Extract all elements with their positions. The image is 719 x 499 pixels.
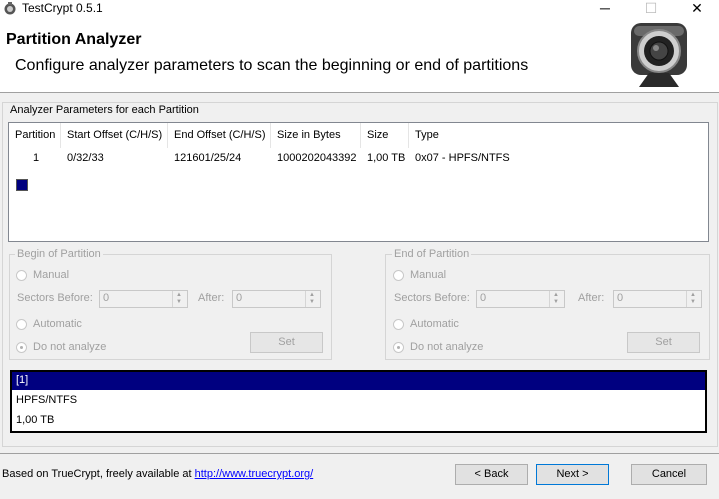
partition-list[interactable]: Partition Start Offset (C/H/S) End Offse… bbox=[8, 122, 709, 242]
end-sectors-before-label: Sectors Before: bbox=[394, 292, 470, 304]
begin-automatic-label: Automatic bbox=[33, 318, 82, 330]
end-manual-radio[interactable] bbox=[393, 270, 404, 281]
analyzer-parameters-label: Analyzer Parameters for each Partition bbox=[8, 104, 201, 116]
end-set-button[interactable]: Set bbox=[627, 332, 700, 353]
end-after-label: After: bbox=[578, 292, 605, 304]
column-header-partition[interactable]: Partition bbox=[9, 123, 61, 148]
table-row[interactable]: 1 0/32/33 121601/25/24 1000202043392 1,0… bbox=[9, 149, 708, 191]
cell-start-offset: 0/32/33 bbox=[67, 152, 104, 164]
minimize-button[interactable]: ─ bbox=[582, 0, 628, 17]
end-automatic-label: Automatic bbox=[410, 318, 459, 330]
truecrypt-link[interactable]: http://www.truecrypt.org/ bbox=[195, 468, 314, 480]
end-after-spinner[interactable]: 0 ▲ ▼ bbox=[613, 290, 702, 308]
end-sectors-before-spinner[interactable]: 0 ▲ ▼ bbox=[476, 290, 565, 308]
begin-after-label: After: bbox=[198, 292, 225, 304]
column-header-type[interactable]: Type bbox=[409, 123, 708, 148]
end-sectors-before-value: 0 bbox=[480, 292, 487, 304]
cell-type: 0x07 - HPFS/NTFS bbox=[415, 152, 510, 164]
begin-after-spinner[interactable]: 0 ▲ ▼ bbox=[232, 290, 321, 308]
begin-after-value: 0 bbox=[236, 292, 243, 304]
begin-of-partition-label: Begin of Partition bbox=[15, 248, 103, 260]
page-subtitle: Configure analyzer parameters to scan th… bbox=[15, 57, 529, 74]
window-title: TestCrypt 0.5.1 bbox=[22, 1, 103, 15]
close-button[interactable]: ✕ bbox=[674, 0, 719, 17]
begin-set-button[interactable]: Set bbox=[250, 332, 323, 353]
end-do-not-analyze-radio[interactable] bbox=[393, 342, 404, 353]
cancel-button[interactable]: Cancel bbox=[631, 464, 707, 485]
column-header-start-offset[interactable]: Start Offset (C/H/S) bbox=[61, 123, 168, 148]
spinner-arrows[interactable]: ▲ ▼ bbox=[172, 291, 187, 307]
maximize-button[interactable]: ☐ bbox=[628, 0, 674, 17]
column-header-size-bytes[interactable]: Size in Bytes bbox=[271, 123, 361, 148]
back-button[interactable]: < Back bbox=[455, 464, 528, 485]
begin-automatic-radio[interactable] bbox=[16, 319, 27, 330]
info-item-filesystem[interactable]: HPFS/NTFS bbox=[16, 394, 77, 406]
cell-end-offset: 121601/25/24 bbox=[174, 152, 242, 164]
title-bar: TestCrypt 0.5.1 ─ ☐ ✕ bbox=[0, 0, 719, 17]
end-do-not-analyze-label: Do not analyze bbox=[410, 341, 484, 353]
begin-sectors-before-spinner[interactable]: 0 ▲ ▼ bbox=[99, 290, 188, 308]
app-icon bbox=[4, 2, 16, 15]
page-title: Partition Analyzer bbox=[6, 31, 142, 48]
webcam-icon bbox=[631, 23, 687, 87]
partition-color-swatch bbox=[16, 179, 28, 191]
end-manual-label: Manual bbox=[410, 269, 447, 281]
cell-size: 1,00 TB bbox=[367, 152, 406, 164]
cell-size-bytes: 1000202043392 bbox=[277, 152, 357, 164]
begin-do-not-analyze-label: Do not analyze bbox=[33, 341, 107, 353]
begin-manual-radio[interactable] bbox=[16, 270, 27, 281]
column-header-size[interactable]: Size bbox=[361, 123, 409, 148]
begin-sectors-before-value: 0 bbox=[103, 292, 110, 304]
footer-credit: Based on TrueCrypt, freely available at … bbox=[2, 468, 313, 480]
spinner-arrows[interactable]: ▲ ▼ bbox=[305, 291, 320, 307]
column-header-end-offset[interactable]: End Offset (C/H/S) bbox=[168, 123, 271, 148]
partition-info-list[interactable]: [1] HPFS/NTFS 1,00 TB bbox=[10, 370, 707, 433]
begin-sectors-before-label: Sectors Before: bbox=[17, 292, 93, 304]
end-of-partition-label: End of Partition bbox=[392, 248, 472, 260]
footer-separator bbox=[0, 453, 719, 454]
spinner-arrows[interactable]: ▲ ▼ bbox=[686, 291, 701, 307]
footer-credit-text: Based on TrueCrypt, freely available at bbox=[2, 468, 195, 480]
begin-manual-label: Manual bbox=[33, 269, 70, 281]
info-item-selected[interactable]: [1] bbox=[12, 372, 705, 390]
next-button[interactable]: Next > bbox=[536, 464, 609, 485]
end-after-value: 0 bbox=[617, 292, 624, 304]
wizard-header: Partition Analyzer Configure analyzer pa… bbox=[0, 17, 719, 93]
spinner-arrows[interactable]: ▲ ▼ bbox=[549, 291, 564, 307]
end-automatic-radio[interactable] bbox=[393, 319, 404, 330]
cell-partition: 1 bbox=[33, 152, 40, 164]
begin-do-not-analyze-radio[interactable] bbox=[16, 342, 27, 353]
info-item-size[interactable]: 1,00 TB bbox=[16, 414, 54, 426]
